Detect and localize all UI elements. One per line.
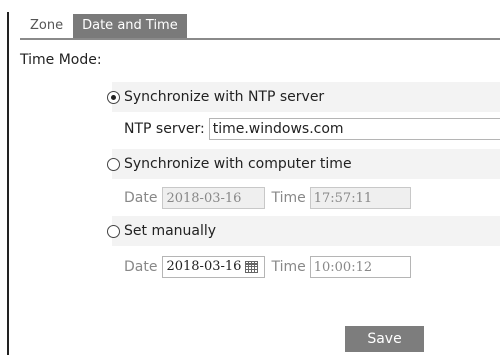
computer-time-radio-label[interactable]: Synchronize with computer time <box>124 156 352 172</box>
computer-time-input <box>309 187 411 209</box>
computer-time-option-row: Synchronize with computer time <box>107 149 500 179</box>
computer-date-input <box>162 187 266 209</box>
manual-radio-label[interactable]: Set manually <box>124 223 216 239</box>
ntp-radio[interactable] <box>107 90 120 104</box>
ntp-server-row: NTP server: <box>124 118 500 140</box>
computer-date-label: Date <box>124 190 158 206</box>
tab-zone[interactable]: Zone <box>20 14 73 38</box>
left-border <box>7 12 9 355</box>
manual-radio[interactable] <box>107 224 120 238</box>
tab-bar: Zone Date and Time <box>20 14 187 38</box>
ntp-server-input[interactable] <box>208 118 500 140</box>
manual-option-row: Set manually <box>107 216 500 246</box>
ntp-option-row: Synchronize with NTP server <box>107 82 500 112</box>
computer-time-radio[interactable] <box>107 157 120 171</box>
tab-date-and-time[interactable]: Date and Time <box>73 14 187 38</box>
manual-time-fields: Date 2018-03-16 Time <box>124 256 411 278</box>
manual-date-input[interactable]: 2018-03-16 <box>162 256 266 278</box>
manual-date-label: Date <box>124 259 158 275</box>
manual-time-input[interactable] <box>309 256 411 278</box>
ntp-radio-label[interactable]: Synchronize with NTP server <box>124 89 324 105</box>
manual-time-label: Time <box>271 259 306 275</box>
save-button[interactable]: Save <box>345 326 424 352</box>
ntp-server-label: NTP server: <box>124 121 205 137</box>
calendar-icon[interactable] <box>245 261 259 273</box>
tab-underline <box>20 38 500 40</box>
time-mode-label: Time Mode: <box>20 52 102 68</box>
computer-time-label: Time <box>271 190 306 206</box>
manual-date-value: 2018-03-16 <box>166 259 242 274</box>
computer-time-fields: Date Time <box>124 187 411 209</box>
